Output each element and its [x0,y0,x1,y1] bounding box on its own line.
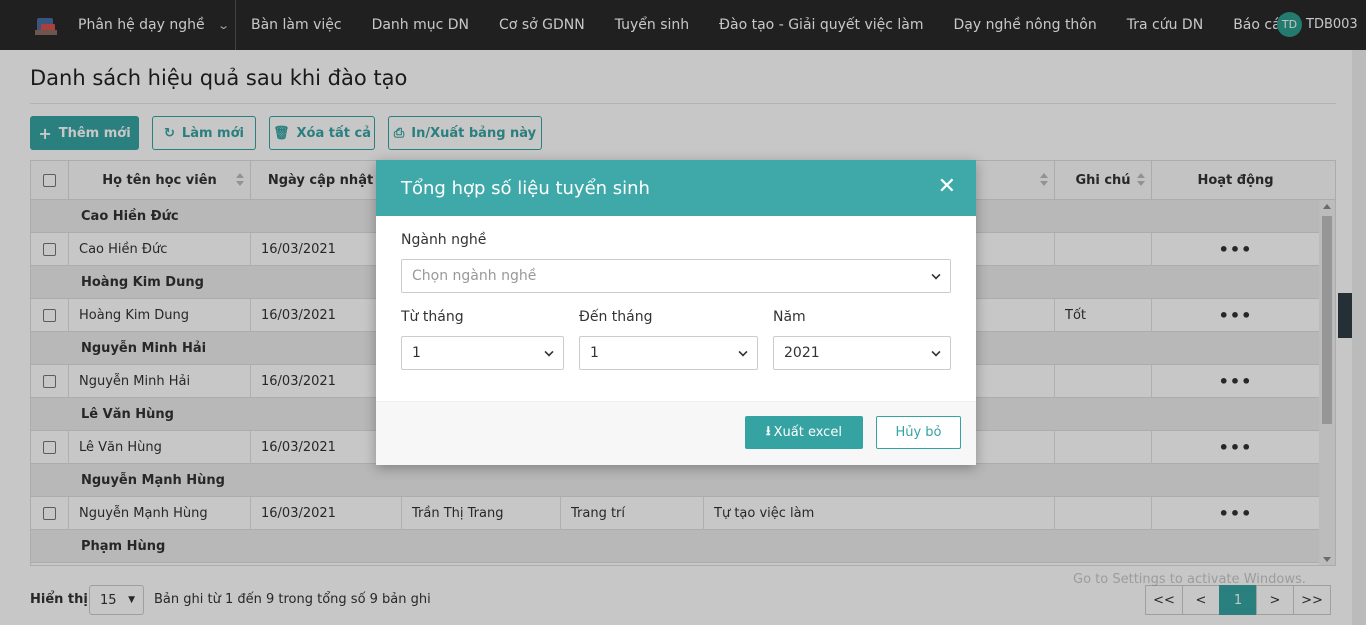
export-excel-button[interactable]: ⭳ Xuất excel [745,416,863,449]
chevron-down-icon [544,347,554,357]
chevron-down-icon [738,347,748,357]
enrollment-summary-dialog: Tổng hợp số liệu tuyển sinh ✕ Ngành nghề… [376,160,976,465]
trade-select[interactable]: Chọn ngành nghề [401,259,951,293]
chevron-down-icon [931,270,941,280]
dialog-title: Tổng hợp số liệu tuyển sinh [401,177,650,199]
to-month-label: Đến tháng [579,309,653,325]
to-month-value: 1 [590,345,599,361]
year-value: 2021 [784,345,820,361]
trade-label: Ngành nghề [401,232,487,248]
from-month-select[interactable]: 1 [401,336,564,370]
chevron-down-icon [931,347,941,357]
to-month-select[interactable]: 1 [579,336,758,370]
dialog-footer: ⭳ Xuất excel Hủy bỏ [376,401,976,465]
year-select[interactable]: 2021 [773,336,951,370]
dialog-header: Tổng hợp số liệu tuyển sinh ✕ [376,160,976,216]
trade-select-placeholder: Chọn ngành nghề [412,268,537,284]
cancel-button[interactable]: Hủy bỏ [876,416,961,449]
year-label: Năm [773,309,806,325]
close-icon[interactable]: ✕ [938,174,956,199]
export-excel-label: Xuất excel [773,425,842,440]
windows-activation-watermark: Go to Settings to activate Windows. [1073,572,1306,587]
from-month-value: 1 [412,345,421,361]
download-icon: ⭳ [766,423,771,439]
from-month-label: Từ tháng [401,309,464,325]
